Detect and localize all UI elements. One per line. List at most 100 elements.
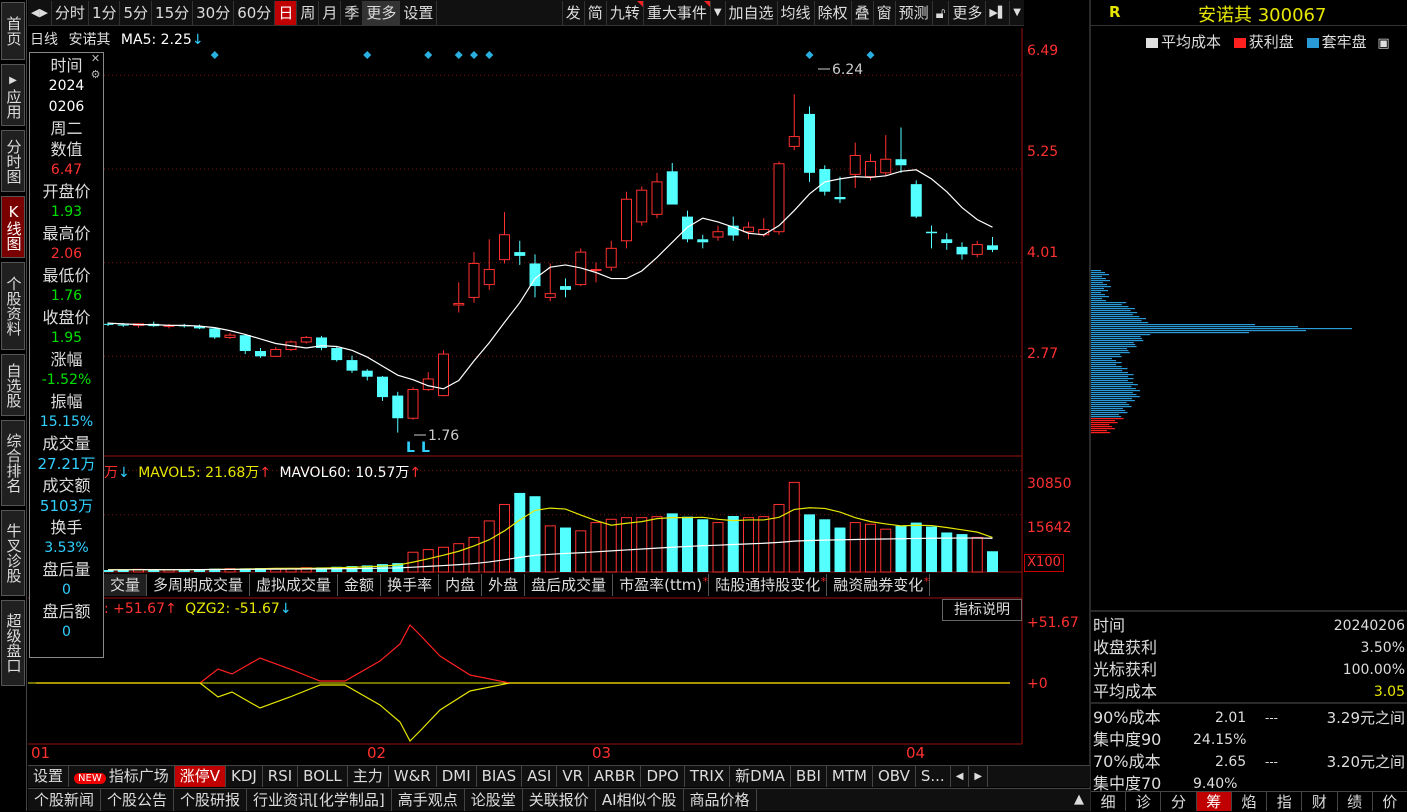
- ind-tab-margin[interactable]: 融资融券变化: [827, 571, 931, 596]
- ind-kdj[interactable]: KDJ: [226, 766, 263, 787]
- ind-zhangting[interactable]: 涨停V: [174, 766, 226, 787]
- indicator-tabs: 交量 多周期成交量 虚拟成交量 金额 换手率 内盘 外盘 盘后成交量 市盈率(t…: [104, 571, 931, 596]
- close-icon[interactable]: ✕: [88, 52, 103, 66]
- info-amplitude-label: 振幅: [50, 392, 83, 411]
- volume-bar-up: [636, 517, 648, 573]
- up-arrow-icon: ↑: [409, 465, 422, 481]
- rp-tab-finance[interactable]: 财: [1302, 792, 1338, 811]
- chip-bar: [1091, 308, 1135, 310]
- ind-tab-virtual-volume[interactable]: 虚拟成交量: [250, 574, 339, 596]
- candle-body-down: [239, 335, 251, 352]
- rp-tab-index[interactable]: 指: [1267, 792, 1303, 811]
- expand-up-icon[interactable]: ▲: [1068, 789, 1090, 811]
- rp-tab-diagnose[interactable]: 诊: [1126, 792, 1162, 811]
- news-tab-related-quotes[interactable]: 关联报价: [523, 789, 596, 811]
- info-high: 2.06: [50, 246, 83, 262]
- mavol5-readout: MAVOL5: 21.68万: [138, 465, 260, 481]
- legend-swatch-profit: [1233, 37, 1246, 48]
- scroll-right-icon[interactable]: ▶: [969, 766, 989, 787]
- chip-bar: [1091, 388, 1136, 390]
- news-tab-announcements[interactable]: 个股公告: [101, 789, 175, 811]
- info-volume: 27.21万: [37, 455, 96, 473]
- ind-trix[interactable]: TRIX: [685, 766, 731, 787]
- ind-tab-pe[interactable]: 市盈率(ttm): [613, 571, 710, 596]
- ind-dmi[interactable]: DMI: [437, 766, 477, 787]
- chip-bar: [1091, 370, 1123, 372]
- ind-tab-northbound[interactable]: 陆股通持股变化: [709, 571, 828, 596]
- candle-body-up: [224, 334, 236, 338]
- volume-bar-up: [499, 503, 510, 573]
- rp-tab-performance[interactable]: 绩: [1338, 792, 1373, 811]
- ind-tab-volume[interactable]: 交量: [104, 574, 148, 596]
- chip-bar: [1091, 416, 1122, 418]
- indicator-explain-button[interactable]: 指标说明: [942, 599, 1022, 621]
- ind-tab-afterhours[interactable]: 盘后成交量: [525, 574, 614, 596]
- ind-arbr[interactable]: ARBR: [589, 766, 642, 787]
- ind-dpo[interactable]: DPO: [641, 766, 685, 787]
- ind-settings[interactable]: 设置: [28, 766, 70, 787]
- ind-tab-inner[interactable]: 内盘: [439, 574, 483, 596]
- chip-bar: [1091, 366, 1122, 368]
- info-afterhours-amt-label: 盘后额: [42, 602, 91, 621]
- chip-bar: [1091, 324, 1255, 326]
- candle-body-up: [788, 136, 800, 147]
- ind-boll[interactable]: BOLL: [298, 766, 348, 787]
- rp-tab-price[interactable]: 价: [1373, 792, 1407, 811]
- ind-bbi[interactable]: BBI: [791, 766, 827, 787]
- ind-tab-multi-volume[interactable]: 多周期成交量: [147, 574, 251, 596]
- volume-bar-down: [682, 516, 693, 572]
- price-axis-label: 4.01: [1027, 245, 1059, 261]
- r-label: R: [1109, 3, 1121, 21]
- rp-tab-detail[interactable]: 细: [1091, 792, 1127, 811]
- news-tab-expert[interactable]: 高手观点: [392, 789, 465, 811]
- price-grid: [104, 74, 1022, 516]
- stat-90-conc-label: 集中度90: [1093, 730, 1162, 749]
- gear-icon[interactable]: ⚙: [88, 68, 103, 82]
- ind-bias[interactable]: BIAS: [477, 766, 523, 787]
- info-afterhours-vol-label: 盘后量: [42, 560, 91, 579]
- ind-more[interactable]: S...: [916, 766, 951, 787]
- candle-body-down: [346, 360, 358, 371]
- info-afterhours-amt: 0: [62, 624, 71, 640]
- ind-square[interactable]: NEW 指标广场: [69, 766, 175, 787]
- scroll-left-icon[interactable]: ◀: [951, 766, 970, 787]
- candle-body-up: [743, 226, 754, 233]
- ind-tab-outer[interactable]: 外盘: [482, 574, 526, 596]
- news-tab-commodity[interactable]: 商品价格: [684, 789, 757, 811]
- ind-rsi[interactable]: RSI: [263, 766, 299, 787]
- candle-body-down: [926, 231, 937, 234]
- volume-unit-box[interactable]: X100: [1024, 554, 1064, 572]
- chip-legend: 平均成本 获利盘 套牢盘 ▣: [1146, 31, 1390, 52]
- up-arrow-icon: ↑: [164, 601, 177, 617]
- news-tab-research[interactable]: 个股研报: [174, 789, 248, 811]
- stat-90-cost-dash: ---: [1265, 711, 1278, 725]
- info-change-label: 涨幅: [50, 350, 83, 369]
- chip-bar: [1091, 274, 1109, 276]
- ind-asi[interactable]: ASI: [522, 766, 558, 787]
- ind-wr[interactable]: W&R: [389, 766, 437, 787]
- rp-tab-flame[interactable]: 焰: [1232, 792, 1268, 811]
- ind-main-force[interactable]: 主力: [348, 766, 389, 787]
- news-tab-forum[interactable]: 论股堂: [465, 789, 523, 811]
- stat-close-profit-label: 收盘获利: [1093, 638, 1158, 657]
- chip-bar: [1091, 428, 1116, 430]
- news-tab-ai-similar[interactable]: AI相似个股: [596, 789, 684, 811]
- ind-newdma[interactable]: 新DMA: [730, 766, 791, 787]
- chip-bar: [1091, 286, 1112, 288]
- news-tab-stock-news[interactable]: 个股新闻: [28, 789, 102, 811]
- ind-mtm[interactable]: MTM: [827, 766, 873, 787]
- ind-tab-amount[interactable]: 金额: [338, 574, 382, 596]
- chip-bar: [1091, 346, 1137, 348]
- chip-settings-icon[interactable]: ▣: [1377, 36, 1389, 51]
- news-tab-industry[interactable]: 行业资讯[化学制品]: [247, 789, 392, 811]
- info-value-label: 数值: [50, 140, 83, 159]
- rp-tab-chips[interactable]: 筹: [1196, 792, 1232, 811]
- signal-diamond: [470, 51, 478, 59]
- ind-tab-turnover[interactable]: 换手率: [381, 574, 440, 596]
- ind-obv[interactable]: OBV: [873, 766, 916, 787]
- stat-row-90-conc: 集中度90 24.15%: [1093, 729, 1405, 751]
- volume-bar-up: [651, 516, 663, 573]
- rp-tab-minute[interactable]: 分: [1161, 792, 1197, 811]
- ind-vr[interactable]: VR: [557, 766, 590, 787]
- stat-70-cost-label: 70%成本: [1093, 752, 1161, 771]
